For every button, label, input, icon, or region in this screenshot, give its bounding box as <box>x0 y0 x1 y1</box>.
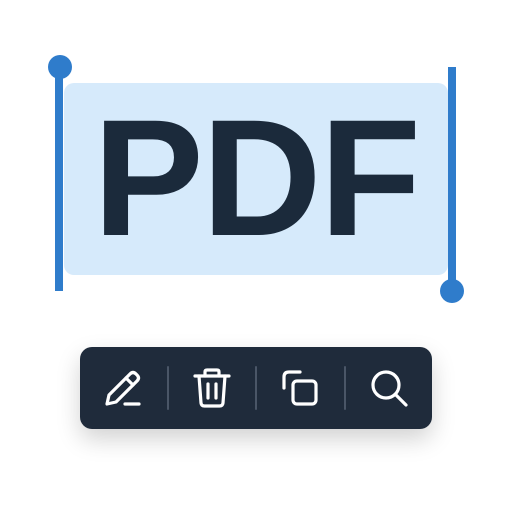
selection-end-handle-bar[interactable] <box>448 67 456 292</box>
selection-end-handle[interactable] <box>440 279 464 303</box>
trash-icon <box>193 368 231 408</box>
edit-button[interactable] <box>80 347 167 429</box>
copy-button[interactable] <box>257 347 344 429</box>
selection-toolbar <box>80 347 432 429</box>
search-icon <box>371 370 408 407</box>
selected-text[interactable]: PDF <box>64 83 448 275</box>
pencil-icon <box>105 370 141 406</box>
canvas: PDF <box>0 0 512 512</box>
copy-icon <box>282 370 318 406</box>
selection-start-handle-bar[interactable] <box>55 66 63 291</box>
selection-start-handle[interactable] <box>48 55 72 79</box>
search-button[interactable] <box>346 347 433 429</box>
delete-button[interactable] <box>169 347 256 429</box>
